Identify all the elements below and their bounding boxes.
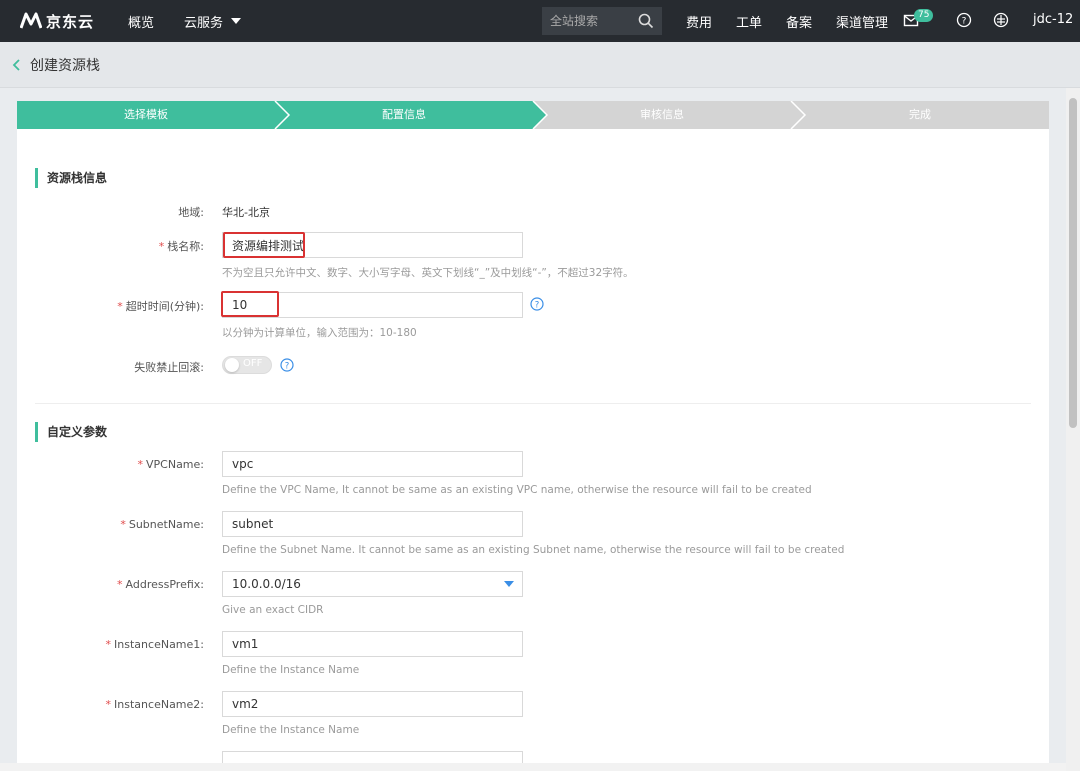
address-prefix-label-text: AddressPrefix: xyxy=(125,578,204,591)
svg-text:?: ? xyxy=(962,17,967,27)
region-label: 地域: xyxy=(178,206,204,219)
required-mark: * xyxy=(117,300,123,313)
back-chevron-icon[interactable] xyxy=(12,58,22,71)
address-prefix-select[interactable]: 10.0.0.0/16 xyxy=(222,571,523,597)
timeout-label-text: 超时时间(分钟): xyxy=(125,300,204,313)
instance-name2-input[interactable] xyxy=(222,691,523,717)
subnet-name-label: * SubnetName: xyxy=(34,518,204,531)
stack-name-hint: 不为空且只允许中文、数字、大小写字母、英文下划线“_”及中划线“-”，不超过32… xyxy=(222,267,634,279)
message-count-badge: 75 xyxy=(914,9,934,22)
required-mark: * xyxy=(117,578,123,591)
timeout-help-icon[interactable]: ? xyxy=(530,297,544,311)
required-mark: * xyxy=(158,240,165,253)
section-title-stack-info: 资源栈信息 xyxy=(35,168,107,188)
timeout-hint: 以分钟为计算单位，输入范围为：10-180 xyxy=(222,327,417,339)
vpc-name-label-text: VPCName: xyxy=(146,458,204,471)
address-prefix-label: * AddressPrefix: xyxy=(34,578,204,591)
step-select-template: 选择模板 xyxy=(124,108,168,121)
step-indicator: 选择模板 配置信息 审核信息 完成 xyxy=(17,101,1049,129)
address-prefix-hint: Give an exact CIDR xyxy=(222,604,324,616)
instance-name1-hint: Define the Instance Name xyxy=(222,664,360,676)
step-configure-info: 配置信息 xyxy=(382,108,426,121)
breadcrumb: 创建资源栈 xyxy=(0,42,1080,88)
nav-overview[interactable]: 概览 xyxy=(128,12,154,31)
user-account-menu[interactable]: jdc-12 xyxy=(1033,12,1073,27)
vertical-scrollbar[interactable] xyxy=(1066,88,1080,771)
stack-name-highlight-box xyxy=(223,232,305,258)
timeout-label: * 超时时间(分钟): xyxy=(34,298,204,314)
vpc-name-label: * VPCName: xyxy=(34,458,205,471)
language-icon[interactable] xyxy=(993,12,1009,28)
step-review-info: 审核信息 xyxy=(640,108,684,121)
nav-fees[interactable]: 费用 xyxy=(686,12,712,31)
toggle-knob xyxy=(225,358,239,372)
global-search xyxy=(542,7,662,35)
instance-name1-label-text: InstanceName1: xyxy=(114,638,204,651)
subnet-name-input[interactable] xyxy=(222,511,523,537)
instance-name2-hint: Define the Instance Name xyxy=(222,724,360,736)
rollback-label: 失败禁止回滚: xyxy=(134,361,204,374)
logo-mark-icon xyxy=(20,12,42,29)
search-icon[interactable] xyxy=(638,13,654,29)
rollback-help-icon[interactable]: ? xyxy=(280,358,294,372)
create-stack-panel: 选择模板 配置信息 审核信息 完成 资源栈信息 地域: 华北-北京 * 栈名称: … xyxy=(17,101,1049,771)
subnet-name-label-text: SubnetName: xyxy=(128,518,204,531)
right-nav: 费用 工单 备案 渠道管理 xyxy=(686,0,912,42)
svg-text:?: ? xyxy=(285,361,290,371)
nav-tickets[interactable]: 工单 xyxy=(736,12,762,31)
nav-channel-management[interactable]: 渠道管理 xyxy=(836,12,888,31)
top-navigation-bar: 京东云 概览 云服务 费用 工单 备案 渠道管理 75 ? jdc-12 xyxy=(0,0,1080,42)
stack-name-label-text: 栈名称: xyxy=(167,240,204,253)
required-mark: * xyxy=(105,698,112,711)
chevron-down-icon xyxy=(231,18,242,24)
help-icon[interactable]: ? xyxy=(956,12,972,28)
section-title-custom-params: 自定义参数 xyxy=(35,422,107,442)
horizontal-scrollbar[interactable] xyxy=(0,763,1066,771)
page-title: 创建资源栈 xyxy=(30,57,100,74)
nav-cloud-services-label: 云服务 xyxy=(184,15,224,31)
vpc-name-input[interactable] xyxy=(222,451,523,477)
jdcloud-logo[interactable]: 京东云 xyxy=(20,11,110,32)
instance-name2-label: * InstanceName2: xyxy=(34,698,204,711)
stack-name-label: * 栈名称: xyxy=(34,238,204,254)
section-divider xyxy=(35,403,1031,404)
search-input[interactable] xyxy=(550,14,636,28)
vpc-name-hint: Define the VPC Name, It cannot be same a… xyxy=(222,484,812,496)
instance-name1-label: * InstanceName1: xyxy=(34,638,204,651)
dropdown-caret-icon xyxy=(504,581,514,587)
nav-icp[interactable]: 备案 xyxy=(786,12,812,31)
required-mark: * xyxy=(137,458,144,471)
logo-text: 京东云 xyxy=(46,12,95,31)
required-mark: * xyxy=(105,638,112,651)
region-value: 华北-北京 xyxy=(222,206,270,219)
nav-cloud-services[interactable]: 云服务 xyxy=(184,12,242,31)
required-mark: * xyxy=(120,518,126,531)
step-complete: 完成 xyxy=(909,108,931,121)
toggle-state-text: OFF xyxy=(243,358,263,369)
svg-text:?: ? xyxy=(535,300,540,310)
instance-name1-input[interactable] xyxy=(222,631,523,657)
address-prefix-selected-value: 10.0.0.0/16 xyxy=(232,577,301,591)
timeout-highlight-box xyxy=(221,291,279,317)
subnet-name-hint: Define the Subnet Name. It cannot be sam… xyxy=(222,544,845,556)
rollback-toggle[interactable]: OFF xyxy=(222,356,272,374)
vertical-scrollbar-thumb[interactable] xyxy=(1069,98,1077,428)
instance-name2-label-text: InstanceName2: xyxy=(114,698,204,711)
